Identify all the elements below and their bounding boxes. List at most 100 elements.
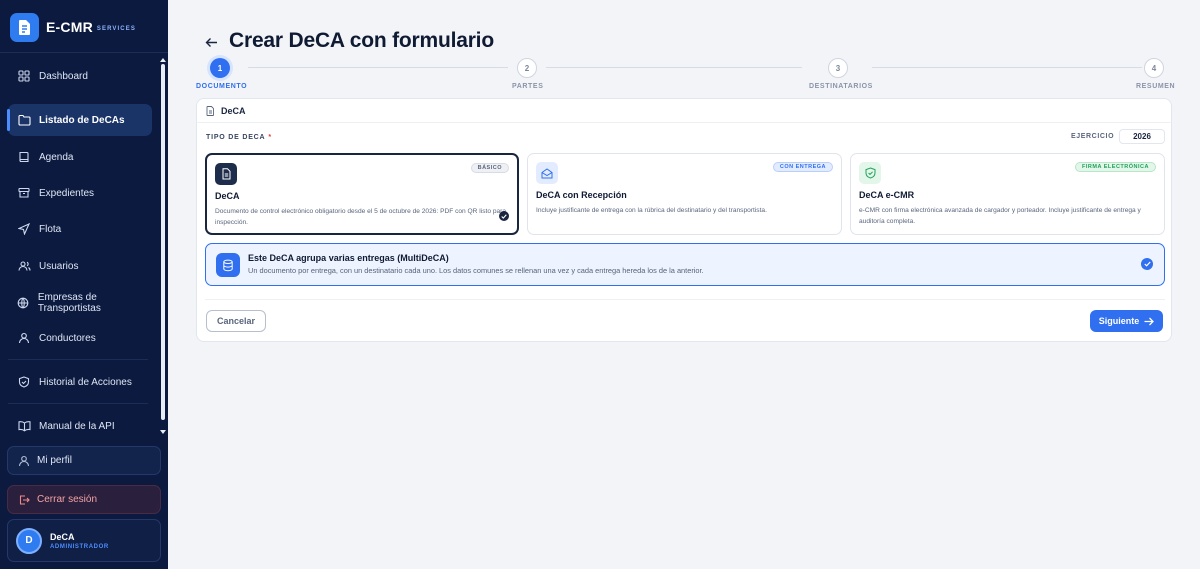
- sidebar-item-usuarios[interactable]: Usuarios: [8, 250, 152, 282]
- globe-icon: [17, 296, 30, 310]
- step-connector: [872, 67, 1142, 68]
- scroll-thumb[interactable]: [161, 64, 165, 420]
- check-icon[interactable]: [1141, 258, 1153, 270]
- option-deca-ecmr[interactable]: FIRMA ELECTRÓNICA DeCA e-CMR e-CMR con f…: [850, 153, 1165, 235]
- shield-icon: [17, 375, 31, 389]
- option-description: Incluye justificante de entrega con la r…: [536, 207, 767, 214]
- users-icon: [17, 259, 31, 273]
- user-icon: [17, 331, 31, 345]
- scroll-up-arrow-icon[interactable]: [160, 58, 166, 62]
- badge-firma-electronica: FIRMA ELECTRÓNICA: [1075, 162, 1156, 172]
- user-name: DeCA: [50, 531, 75, 542]
- deca-form-card: DeCA TIPO DE DECA * EJERCICIO 2026 BÁSICO…: [196, 98, 1172, 342]
- step-4-label: RESUMEN: [1136, 83, 1176, 90]
- sidebar-item-historial[interactable]: Historial de Acciones: [8, 366, 152, 398]
- option-title: DeCA e-CMR: [859, 190, 915, 200]
- check-icon: [499, 211, 509, 221]
- multideca-description: Un documento por entrega, con un destina…: [248, 266, 704, 275]
- back-arrow-icon[interactable]: [204, 35, 218, 49]
- sidebar-item-empresas[interactable]: Empresas de Transportistas: [8, 286, 152, 320]
- sidebar-item-label: Empresas de Transportistas: [37, 292, 101, 314]
- sidebar-scrollbar[interactable]: [160, 58, 166, 438]
- step-2-circle[interactable]: 2: [517, 58, 537, 78]
- step-3-label: DESTINATARIOS: [809, 83, 873, 90]
- option-deca-recepcion[interactable]: CON ENTREGA DeCA con Recepción Incluye j…: [527, 153, 842, 235]
- step-2-label: PARTES: [512, 83, 544, 90]
- document-icon: [206, 105, 216, 116]
- logout-label: Cerrar sesión: [37, 494, 98, 505]
- option-description: e-CMR con firma electrónica avanzada de …: [859, 207, 1141, 225]
- required-mark: *: [268, 134, 272, 141]
- brand[interactable]: E-CMR SERVICES: [10, 12, 136, 42]
- profile-button[interactable]: Mi perfil: [7, 446, 161, 475]
- step-connector: [248, 67, 508, 68]
- sidebar: E-CMR SERVICES Dashboard Listado de DeCA…: [0, 0, 168, 569]
- document-icon: [215, 163, 237, 185]
- option-deca-basic[interactable]: BÁSICO DeCA Documento de control electró…: [205, 153, 519, 235]
- badge-con-entrega: CON ENTREGA: [772, 162, 833, 172]
- divider: [8, 403, 148, 404]
- sidebar-item-label: Conductores: [39, 332, 96, 344]
- next-button[interactable]: Siguiente: [1090, 310, 1163, 332]
- sidebar-item-dashboard[interactable]: Dashboard: [8, 60, 152, 92]
- main-content: Crear DeCA con formulario 1 DOCUMENTO 2 …: [168, 0, 1200, 569]
- deca-type-label: TIPO DE DECA *: [206, 134, 272, 141]
- brand-logo-icon: [10, 12, 39, 42]
- profile-label: Mi perfil: [37, 455, 73, 466]
- archive-icon: [17, 186, 31, 200]
- folder-icon: [17, 113, 31, 127]
- step-1-circle[interactable]: 1: [210, 58, 230, 78]
- cancel-button[interactable]: Cancelar: [206, 310, 266, 332]
- stepper: 1 DOCUMENTO 2 PARTES 3 DESTINATARIOS 4 R…: [168, 58, 1200, 94]
- multideca-title: Este DeCA agrupa varias entregas (MultiD…: [248, 253, 449, 263]
- envelope-open-icon: [536, 162, 558, 184]
- grid-icon: [17, 69, 31, 83]
- year-input[interactable]: 2026: [1119, 129, 1165, 144]
- sidebar-item-label: Dashboard: [39, 70, 88, 82]
- scroll-down-arrow-icon[interactable]: [160, 430, 166, 434]
- sidebar-item-label: Listado de DeCAs: [39, 114, 125, 126]
- option-title: DeCA con Recepción: [536, 190, 627, 200]
- sidebar-item-label: Flota: [39, 223, 62, 235]
- sidebar-item-flota[interactable]: Flota: [8, 213, 152, 245]
- divider: [205, 299, 1165, 300]
- avatar: D: [16, 527, 42, 554]
- step-1-label: DOCUMENTO: [196, 83, 248, 90]
- sidebar-item-conductores[interactable]: Conductores: [8, 322, 152, 354]
- sidebar-nav: Dashboard Listado de DeCAs Agenda Expedi…: [0, 56, 160, 438]
- badge-basico: BÁSICO: [470, 163, 509, 173]
- arrow-right-icon: [1144, 317, 1155, 326]
- sidebar-item-label: Agenda: [39, 151, 74, 163]
- sidebar-item-agenda[interactable]: Agenda: [8, 141, 152, 173]
- sidebar-item-listado-decas[interactable]: Listado de DeCAs: [7, 104, 152, 136]
- option-title: DeCA: [215, 191, 240, 201]
- card-title: DeCA: [221, 105, 246, 116]
- sidebar-item-label: Expedientes: [39, 187, 95, 199]
- open-book-icon: [17, 419, 31, 433]
- navigation-icon: [17, 222, 31, 236]
- logout-button[interactable]: Cerrar sesión: [7, 485, 161, 514]
- brand-sub: SERVICES: [96, 25, 136, 32]
- user-card[interactable]: D DeCA ADMINISTRADOR: [7, 519, 161, 562]
- book-icon: [17, 150, 31, 164]
- divider: [0, 52, 168, 53]
- step-connector: [546, 67, 802, 68]
- step-3-circle[interactable]: 3: [828, 58, 848, 78]
- user-icon: [17, 454, 31, 468]
- step-4-circle[interactable]: 4: [1144, 58, 1164, 78]
- page-title: Crear DeCA con formulario: [229, 29, 494, 52]
- next-button-label: Siguiente: [1098, 316, 1140, 326]
- divider: [8, 359, 148, 360]
- sidebar-item-label: Usuarios: [39, 260, 79, 272]
- multideca-toggle[interactable]: Este DeCA agrupa varias entregas (MultiD…: [205, 243, 1165, 286]
- sidebar-item-manual-api[interactable]: Manual de la API: [8, 410, 152, 438]
- sidebar-item-expedientes[interactable]: Expedientes: [8, 177, 152, 209]
- brand-name: E-CMR: [46, 19, 93, 35]
- card-header: DeCA: [197, 99, 1171, 123]
- option-description: Documento de control electrónico obligat…: [215, 208, 507, 226]
- year-label: EJERCICIO: [1071, 133, 1115, 140]
- logout-icon: [17, 493, 31, 507]
- sidebar-item-label: Manual de la API: [39, 420, 115, 432]
- sidebar-item-label: Historial de Acciones: [39, 376, 132, 388]
- shield-check-icon: [859, 162, 881, 184]
